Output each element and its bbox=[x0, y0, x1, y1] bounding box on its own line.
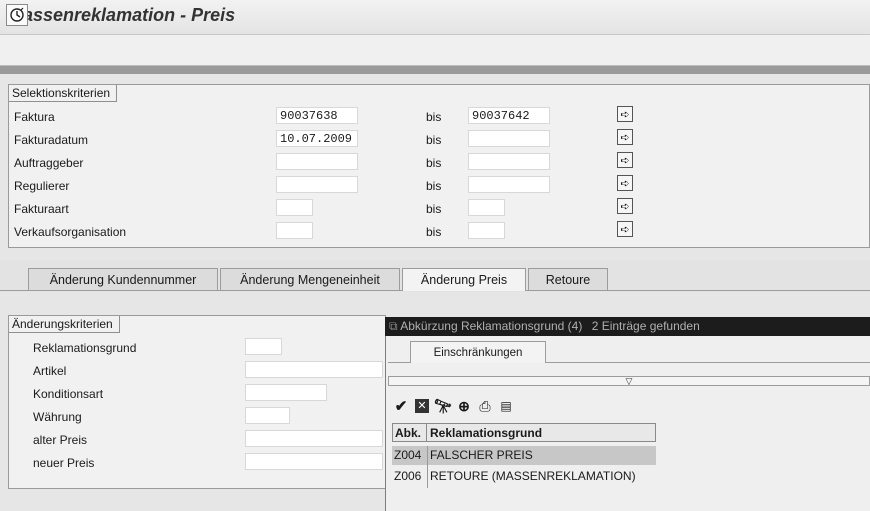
verkaufsorganisation-bis-label: bis bbox=[426, 225, 442, 239]
document-icon: ▤ bbox=[500, 399, 512, 413]
fakturaart-to-input[interactable] bbox=[468, 199, 505, 216]
fakturaart-multiple-selection-button[interactable]: ➪ bbox=[617, 198, 633, 214]
tab-retoure[interactable]: Retoure bbox=[528, 268, 608, 290]
change-criteria-label: Änderungskriterien bbox=[9, 316, 120, 333]
value-help-popup-titlebar[interactable]: ⧉ Abkürzung Reklamationsgrund (4) 2 Eint… bbox=[385, 317, 870, 336]
page-title: Massenreklamation - Preis bbox=[8, 5, 236, 25]
tab-aenderung-mengeneinheit[interactable]: Änderung Mengeneinheit bbox=[220, 268, 400, 290]
neuer-preis-input[interactable] bbox=[245, 453, 383, 470]
column-header-reklamationsgrund[interactable]: Reklamationsgrund bbox=[427, 423, 656, 442]
auftraggeber-label: Auftraggeber bbox=[14, 156, 84, 170]
regulierer-bis-label: bis bbox=[426, 179, 442, 193]
faktura-multiple-selection-button[interactable]: ➪ bbox=[617, 106, 633, 122]
auftraggeber-from-input[interactable] bbox=[276, 153, 358, 170]
separator-bar bbox=[0, 66, 870, 74]
fakturadatum-to-input[interactable] bbox=[468, 130, 550, 147]
arrow-right-icon: ➪ bbox=[620, 223, 630, 236]
waehrung-input[interactable] bbox=[245, 407, 290, 424]
binoculars-plus-icon: ⊕ bbox=[458, 397, 470, 414]
faktura-to-input[interactable]: 90037642 bbox=[468, 107, 550, 124]
arrow-right-icon: ➪ bbox=[620, 200, 630, 213]
fakturaart-from-input[interactable] bbox=[276, 199, 313, 216]
waehrung-label: Währung bbox=[33, 410, 82, 424]
auftraggeber-bis-label: bis bbox=[426, 156, 442, 170]
auftraggeber-multiple-selection-button[interactable]: ➪ bbox=[617, 152, 633, 168]
checkmark-icon: ✔ bbox=[394, 398, 408, 415]
popup-title: Abkürzung Reklamationsgrund (4) bbox=[400, 319, 583, 333]
find-next-button[interactable]: ⊕ bbox=[455, 397, 473, 415]
regulierer-multiple-selection-button[interactable]: ➪ bbox=[617, 175, 633, 191]
execute-clock-icon bbox=[10, 7, 24, 22]
print-button[interactable]: ⎙ bbox=[476, 397, 494, 415]
fakturadatum-multiple-selection-button[interactable]: ➪ bbox=[617, 129, 633, 145]
verkaufsorganisation-from-input[interactable] bbox=[276, 222, 313, 239]
alter-preis-label: alter Preis bbox=[33, 433, 88, 447]
faktura-bis-label: bis bbox=[426, 110, 442, 124]
arrow-right-icon: ➪ bbox=[620, 131, 630, 144]
details-button[interactable]: ▤ bbox=[497, 397, 515, 415]
arrow-right-icon: ➪ bbox=[620, 108, 630, 121]
konditionsart-label: Konditionsart bbox=[33, 387, 104, 401]
verkaufsorganisation-to-input[interactable] bbox=[468, 222, 505, 239]
faktura-label: Faktura bbox=[14, 110, 55, 124]
column-header-abk[interactable]: Abk. bbox=[392, 423, 427, 442]
fakturadatum-from-input[interactable]: 10.07.2009 bbox=[276, 130, 358, 147]
arrow-right-icon: ➪ bbox=[620, 177, 630, 190]
tab-einschraenkungen[interactable]: Einschränkungen bbox=[410, 341, 546, 363]
arrow-right-icon: ➪ bbox=[620, 154, 630, 167]
faktura-from-input[interactable]: 90037638 bbox=[276, 107, 358, 124]
reklamationsgrund-label: Reklamationsgrund bbox=[33, 341, 137, 355]
popup-entry-count: 2 Einträge gefunden bbox=[591, 319, 700, 333]
row-abk: Z004 bbox=[394, 448, 422, 462]
collapse-triangle-icon: ▽ bbox=[625, 376, 633, 386]
popup-toolbar: ✔ ✕ 🔭︎ ⊕ ⎙ ▤ bbox=[392, 397, 515, 416]
verkaufsorganisation-multiple-selection-button[interactable]: ➪ bbox=[617, 221, 633, 237]
printer-icon: ⎙ bbox=[479, 397, 491, 414]
selection-criteria-label: Selektionskriterien bbox=[9, 85, 118, 102]
fakturadatum-bis-label: bis bbox=[426, 133, 442, 147]
execute-button[interactable] bbox=[6, 4, 28, 26]
reklamationsgrund-input[interactable] bbox=[245, 338, 282, 355]
regulierer-to-input[interactable] bbox=[468, 176, 550, 193]
regulierer-label: Regulierer bbox=[14, 179, 70, 193]
restrictions-collapse-bar[interactable]: ▽ bbox=[388, 376, 870, 386]
tab-aenderung-kundennummer[interactable]: Änderung Kundennummer bbox=[28, 268, 218, 290]
cancel-button[interactable]: ✕ bbox=[413, 397, 431, 415]
binoculars-icon: 🔭︎ bbox=[434, 397, 452, 414]
auftraggeber-to-input[interactable] bbox=[468, 153, 550, 170]
row-abk: Z006 bbox=[394, 469, 422, 483]
alter-preis-input[interactable] bbox=[245, 430, 383, 447]
popup-window-icon: ⧉ bbox=[389, 319, 398, 333]
column-divider bbox=[427, 446, 428, 488]
application-toolbar bbox=[0, 35, 870, 66]
fakturaart-bis-label: bis bbox=[426, 202, 442, 216]
verkaufsorganisation-label: Verkaufsorganisation bbox=[14, 225, 127, 239]
row-reklamationsgrund: RETOURE (MASSENREKLAMATION) bbox=[430, 469, 636, 483]
fakturadatum-label: Fakturadatum bbox=[14, 133, 89, 147]
artikel-input[interactable] bbox=[245, 361, 383, 378]
regulierer-from-input[interactable] bbox=[276, 176, 358, 193]
find-button[interactable]: 🔭︎ bbox=[434, 397, 452, 415]
konditionsart-input[interactable] bbox=[245, 384, 327, 401]
neuer-preis-label: neuer Preis bbox=[33, 456, 95, 470]
cancel-x-icon: ✕ bbox=[415, 399, 429, 413]
row-reklamationsgrund: FALSCHER PREIS bbox=[430, 448, 533, 462]
artikel-label: Artikel bbox=[33, 364, 67, 378]
confirm-button[interactable]: ✔ bbox=[392, 397, 410, 415]
fakturaart-label: Fakturaart bbox=[14, 202, 69, 216]
tab-aenderung-preis[interactable]: Änderung Preis bbox=[402, 268, 526, 291]
